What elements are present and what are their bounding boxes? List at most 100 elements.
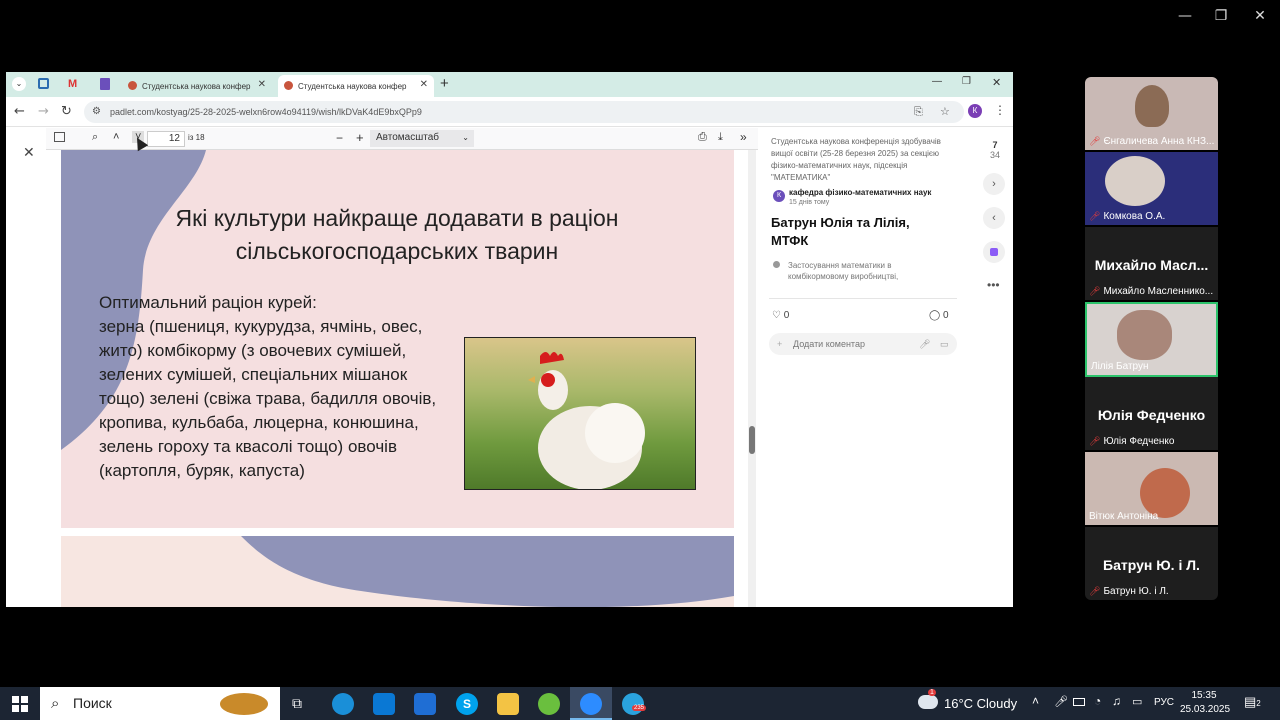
- reload-icon[interactable]: ↻: [61, 104, 72, 119]
- minimize-button[interactable]: —: [1170, 8, 1200, 24]
- muted-mic-icon: 🎤︎: [1089, 436, 1101, 446]
- sidebar-toggle-icon[interactable]: [54, 132, 65, 142]
- comment-count-button[interactable]: ◯ 0: [929, 310, 949, 321]
- muted-mic-icon: 🎤︎: [1089, 211, 1101, 221]
- counter-current: 7: [992, 140, 998, 150]
- muted-mic-icon: 🎤︎: [1089, 586, 1101, 596]
- network-icon[interactable]: ◔: [1094, 694, 1101, 708]
- author-name: кафедра фізико-математичних наук: [789, 188, 932, 197]
- close-button[interactable]: ✕: [1245, 8, 1275, 24]
- section-icon: [773, 261, 780, 268]
- zoom-out-icon[interactable]: −: [336, 131, 343, 145]
- url-input[interactable]: ⚙ padlet.com/kostyag/25-28-2025-welxn6ro…: [84, 101, 964, 123]
- file-explorer-icon[interactable]: [497, 693, 519, 715]
- browser-minimize-icon[interactable]: —: [932, 76, 942, 87]
- clock[interactable]: 15:35 25.03.2025: [1180, 689, 1230, 717]
- telegram-badge: 235: [632, 705, 647, 711]
- slide-body: Оптимальний раціон курей: зерна (пшениця…: [99, 293, 437, 480]
- video-icon[interactable]: ▭: [940, 333, 949, 355]
- chicken-illustration: [528, 352, 645, 489]
- new-tab-button[interactable]: +: [440, 75, 449, 92]
- participant-display-name: Батрун Ю. і Л.: [1103, 557, 1200, 573]
- participant-name: 🎤︎ Михайло Масленнико...: [1089, 286, 1214, 297]
- pdf-toolbar: ⌕ ˄ ˅ 12 із 18 − + Автомасштаб ⌄ ⎙ ⤓ »: [46, 128, 758, 150]
- zoom-app-button[interactable]: [570, 687, 612, 720]
- tab-search-button[interactable]: ⌄: [12, 77, 26, 91]
- volume-icon[interactable]: ♫: [1112, 694, 1121, 708]
- scrollbar-thumb[interactable]: [749, 426, 755, 454]
- tab-padlet-2[interactable]: Студентська наукова конфер ✕: [278, 75, 434, 97]
- taskbar: ⌕ Поиск ⧉ S 235 1 16°C Cloudy ˄ 🎤︎ ◔ ♫ ▭…: [0, 687, 1280, 720]
- participant-tile[interactable]: Батрун Ю. і Л. 🎤︎ Батрун Ю. і Л.: [1085, 527, 1218, 600]
- notifications-icon[interactable]: ▤2: [1244, 694, 1261, 710]
- participant-tile[interactable]: Михайло Масл... 🎤︎ Михайло Масленнико...: [1085, 227, 1218, 300]
- print-icon[interactable]: ⎙: [698, 131, 707, 144]
- close-overlay-icon[interactable]: ✕: [23, 144, 35, 161]
- mic-icon[interactable]: 🎤︎: [919, 333, 930, 355]
- comment-input[interactable]: + Додати коментар 🎤︎ ▭: [769, 333, 957, 355]
- participant-tile[interactable]: 🎤︎ Єнгаличева Анна КНЗ...: [1085, 77, 1218, 150]
- zoom-in-icon[interactable]: +: [356, 130, 364, 145]
- more-options-icon[interactable]: •••: [987, 278, 1000, 292]
- mail-icon[interactable]: [414, 693, 436, 715]
- chevron-down-icon: ⌄: [462, 133, 469, 142]
- next-slide-page: [61, 536, 734, 607]
- bookmark-star-icon[interactable]: ☆: [940, 101, 950, 123]
- download-icon[interactable]: ⤓: [718, 131, 723, 144]
- microphone-icon[interactable]: 🎤︎: [1054, 695, 1068, 708]
- tab-padlet-1[interactable]: Студентська наукова конфер ✕: [122, 75, 272, 97]
- participant-tile[interactable]: Юлія Федченко 🎤︎ Юлія Федченко: [1085, 377, 1218, 450]
- participant-tile[interactable]: Вітюк Антоніна: [1085, 452, 1218, 525]
- telegram-icon[interactable]: 235: [622, 693, 647, 715]
- install-icon[interactable]: ⎘: [914, 101, 923, 123]
- close-tab-icon[interactable]: ✕: [258, 79, 266, 90]
- search-box[interactable]: ⌕ Поиск: [40, 687, 280, 720]
- tray-chevron-icon[interactable]: ˄: [1032, 694, 1039, 708]
- browser-menu-icon[interactable]: ⋮: [994, 103, 1006, 117]
- weather-icon[interactable]: 1: [918, 689, 938, 709]
- post-counter: 7 34: [985, 140, 1005, 160]
- participant-tile-active[interactable]: Лілія Батрун: [1085, 302, 1218, 377]
- page-number-input[interactable]: 12: [147, 131, 185, 147]
- forward-icon[interactable]: →: [38, 104, 49, 119]
- gmail-icon[interactable]: M: [68, 78, 77, 90]
- participant-tile[interactable]: 🎤︎ Комкова О.А.: [1085, 152, 1218, 225]
- site-info-icon[interactable]: ⚙: [92, 101, 101, 123]
- app-icon-1[interactable]: [38, 78, 49, 89]
- participant-display-name: Юлія Федченко: [1097, 407, 1206, 423]
- padlet-header: Студентська наукова конференція здобувач…: [771, 137, 941, 182]
- participant-name: 🎤︎ Юлія Федченко: [1089, 436, 1175, 447]
- next-post-button[interactable]: ›: [983, 173, 1005, 195]
- browser-close-icon[interactable]: ✕: [992, 76, 1001, 89]
- participant-name: Вітюк Антоніна: [1089, 511, 1159, 522]
- like-button[interactable]: ♡ 0: [772, 310, 789, 321]
- skype-icon[interactable]: S: [456, 693, 478, 715]
- forms-icon[interactable]: [100, 78, 110, 90]
- restore-button[interactable]: ❐: [1206, 8, 1236, 24]
- zoom-icon: [580, 693, 602, 715]
- edge-icon[interactable]: [332, 693, 354, 715]
- counter-total: 34: [989, 150, 1000, 160]
- language-indicator[interactable]: РУС: [1154, 697, 1174, 708]
- utorrent-icon[interactable]: [538, 693, 560, 715]
- close-tab-icon[interactable]: ✕: [420, 79, 428, 90]
- display-icon[interactable]: ▭: [1132, 695, 1142, 708]
- weather-label[interactable]: 16°C Cloudy: [944, 696, 1017, 711]
- store-icon[interactable]: [373, 693, 395, 715]
- battery-icon[interactable]: [1073, 698, 1085, 706]
- zoom-select[interactable]: Автомасштаб ⌄: [370, 130, 474, 147]
- clock-time: 15:35: [1191, 690, 1217, 701]
- start-windows-icon[interactable]: [12, 696, 28, 712]
- task-view-icon[interactable]: ⧉: [292, 695, 302, 712]
- previous-post-button[interactable]: ‹: [983, 207, 1005, 229]
- profile-avatar[interactable]: К: [968, 104, 982, 118]
- slideshow-button[interactable]: [983, 241, 1005, 263]
- search-icon: ⌕: [51, 695, 60, 712]
- more-tools-icon[interactable]: »: [740, 130, 747, 144]
- back-icon[interactable]: ←: [14, 104, 25, 119]
- previous-page-icon[interactable]: ˄: [113, 131, 119, 143]
- browser-restore-icon[interactable]: ❐: [962, 76, 971, 87]
- search-icon[interactable]: ⌕: [92, 131, 98, 144]
- pdf-scrollbar[interactable]: [748, 150, 756, 607]
- author-avatar: К: [773, 190, 785, 202]
